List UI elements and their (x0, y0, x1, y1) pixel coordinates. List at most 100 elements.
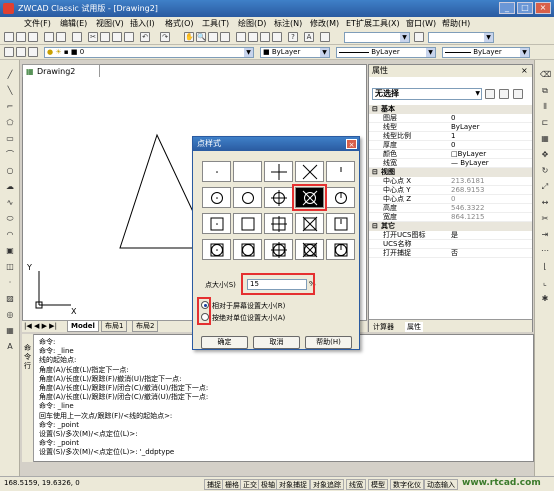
help-button[interactable]: 帮助(H) (305, 336, 352, 349)
match-properties-icon[interactable] (124, 32, 134, 42)
copy-object-icon[interactable]: ⧉ (540, 86, 550, 96)
collapse-icon[interactable]: ⊟ (372, 168, 378, 177)
property-row[interactable]: 颜色 □ByLayer (369, 150, 532, 159)
point-icon[interactable]: · (5, 278, 15, 288)
radio-relative-size[interactable] (201, 301, 209, 309)
menu-modify[interactable]: 修改(M) (310, 18, 339, 29)
maximize-button[interactable]: □ (517, 2, 533, 14)
layer-combo[interactable]: ● ☀ ▪ ■ 0 ▼ (44, 47, 254, 58)
minimize-button[interactable]: _ (499, 2, 515, 14)
rectangle-icon[interactable]: ▭ (5, 134, 15, 144)
point-style-blank-circle[interactable] (233, 187, 262, 208)
mtext-icon[interactable]: A (5, 342, 15, 352)
tab-layout1[interactable]: 布局1 (101, 321, 128, 332)
scale-icon[interactable]: ⤢ (540, 182, 550, 192)
dim-style-combo[interactable]: ▼ (428, 32, 494, 43)
ray-icon[interactable]: ╲ (5, 86, 15, 96)
mirror-icon[interactable]: ⫴ (540, 102, 550, 112)
property-row[interactable]: 厚度 0 (369, 141, 532, 150)
redo-icon[interactable]: ↷ (160, 32, 170, 42)
model-button[interactable]: 模型 (368, 479, 388, 490)
tool-palette-icon[interactable] (260, 32, 270, 42)
snap-button[interactable]: 捕捉 (204, 479, 224, 490)
dimension-icon[interactable] (414, 32, 424, 42)
point-style-blank-both[interactable] (233, 239, 262, 260)
calculator-icon[interactable] (272, 32, 282, 42)
line-icon[interactable]: ╱ (5, 70, 15, 80)
print-icon[interactable] (44, 32, 54, 42)
circle-icon[interactable]: ○ (5, 166, 15, 176)
point-style-cross-both[interactable] (295, 239, 324, 260)
menu-window[interactable]: 窗口(W) (406, 18, 436, 29)
design-center-icon[interactable] (248, 32, 258, 42)
fillet-icon[interactable]: ⌞ (540, 278, 550, 288)
property-group[interactable]: ⊟ 其它 (369, 222, 532, 231)
chamfer-icon[interactable]: ⌊ (540, 262, 550, 272)
point-style-dot[interactable] (202, 161, 231, 182)
layer-previous-icon[interactable] (28, 47, 38, 57)
collapse-icon[interactable]: ⊟ (372, 105, 378, 114)
osnap-button[interactable]: 对象捕捉 (276, 479, 310, 490)
erase-icon[interactable]: ⌫ (540, 70, 551, 80)
property-row[interactable]: 打开捕捉 否 (369, 249, 532, 258)
pan-icon[interactable]: ✋ (184, 32, 194, 42)
zoom-previous-icon[interactable] (220, 32, 230, 42)
select-objects-icon[interactable] (499, 89, 509, 99)
extend-icon[interactable]: ⇥ (540, 230, 550, 240)
menu-et-tools[interactable]: ET扩展工具(X) (346, 18, 400, 29)
property-row[interactable]: 中心点 Z 0 (369, 195, 532, 204)
ok-button[interactable]: 确定 (201, 336, 248, 349)
property-row[interactable]: 线宽 — ByLayer (369, 159, 532, 168)
help-icon[interactable]: ? (288, 32, 298, 42)
menu-edit[interactable]: 编辑(E) (60, 18, 87, 29)
digitizer-button[interactable]: 数字化仪 (390, 479, 424, 490)
tab-calculator[interactable]: 计算器 (373, 322, 394, 332)
tab-layout2[interactable]: 布局2 (132, 321, 159, 332)
region-icon[interactable]: ◎ (5, 310, 15, 320)
property-group[interactable]: ⊟ 基本 (369, 105, 532, 114)
point-style-blank-square[interactable] (233, 213, 262, 234)
undo-icon[interactable]: ↶ (140, 32, 150, 42)
menu-file[interactable]: 文件(F) (24, 18, 51, 29)
ellipse-icon[interactable]: ⬭ (5, 214, 15, 224)
point-style-plus-circle[interactable] (264, 187, 293, 208)
toggle-pickadd-icon[interactable] (485, 89, 495, 99)
collapse-icon[interactable]: ⊟ (372, 222, 378, 231)
point-style-tick-both[interactable] (326, 239, 355, 260)
menu-dimension[interactable]: 标注(N) (274, 18, 302, 29)
point-size-input[interactable]: 15 (247, 279, 307, 290)
point-style-tick[interactable] (326, 161, 355, 182)
command-window[interactable]: 命令: 命令: _line 线的起始点: 角度(A)/长度(L)/指定下一点: 角度(A… (22, 334, 534, 462)
point-style-plus-both[interactable] (264, 239, 293, 260)
array-icon[interactable]: ▦ (540, 134, 550, 144)
layer-manager-icon[interactable] (4, 47, 14, 57)
cut-icon[interactable]: ✂ (88, 32, 98, 42)
radio-absolute-size[interactable] (201, 313, 209, 321)
selection-combo[interactable]: 无选择 ▼ (372, 88, 482, 100)
point-style-dot-circle[interactable] (202, 187, 231, 208)
property-group[interactable]: ⊟ 视图 (369, 168, 532, 177)
menu-draw[interactable]: 绘图(D) (238, 18, 266, 29)
point-style-cross[interactable] (295, 161, 324, 182)
spell-check-icon[interactable] (72, 32, 82, 42)
text-style-icon[interactable]: A (304, 32, 314, 42)
point-style-blank[interactable] (233, 161, 262, 182)
zoom-window-icon[interactable] (208, 32, 218, 42)
make-block-icon[interactable]: ◫ (5, 262, 15, 272)
property-row[interactable]: 高度 546.3322 (369, 204, 532, 213)
arc-icon[interactable]: ⌒ (5, 150, 15, 160)
menu-insert[interactable]: 插入(I) (130, 18, 155, 29)
print-preview-icon[interactable] (56, 32, 66, 42)
tab-model[interactable]: Model (67, 321, 99, 332)
explode-icon[interactable]: ✱ (540, 294, 550, 304)
polyline-icon[interactable]: ⌐ (5, 102, 15, 112)
new-icon[interactable] (4, 32, 14, 42)
hatch-icon[interactable]: ▨ (5, 294, 15, 304)
point-style-tick-circle[interactable] (326, 187, 355, 208)
spline-icon[interactable]: ∿ (5, 198, 15, 208)
property-row[interactable]: 图层 0 (369, 114, 532, 123)
dynamic-input-button[interactable]: 动态输入 (424, 479, 458, 490)
menu-tools[interactable]: 工具(T) (202, 18, 229, 29)
tab-properties[interactable]: 属性 (405, 322, 423, 332)
trim-icon[interactable]: ✂ (540, 214, 550, 224)
